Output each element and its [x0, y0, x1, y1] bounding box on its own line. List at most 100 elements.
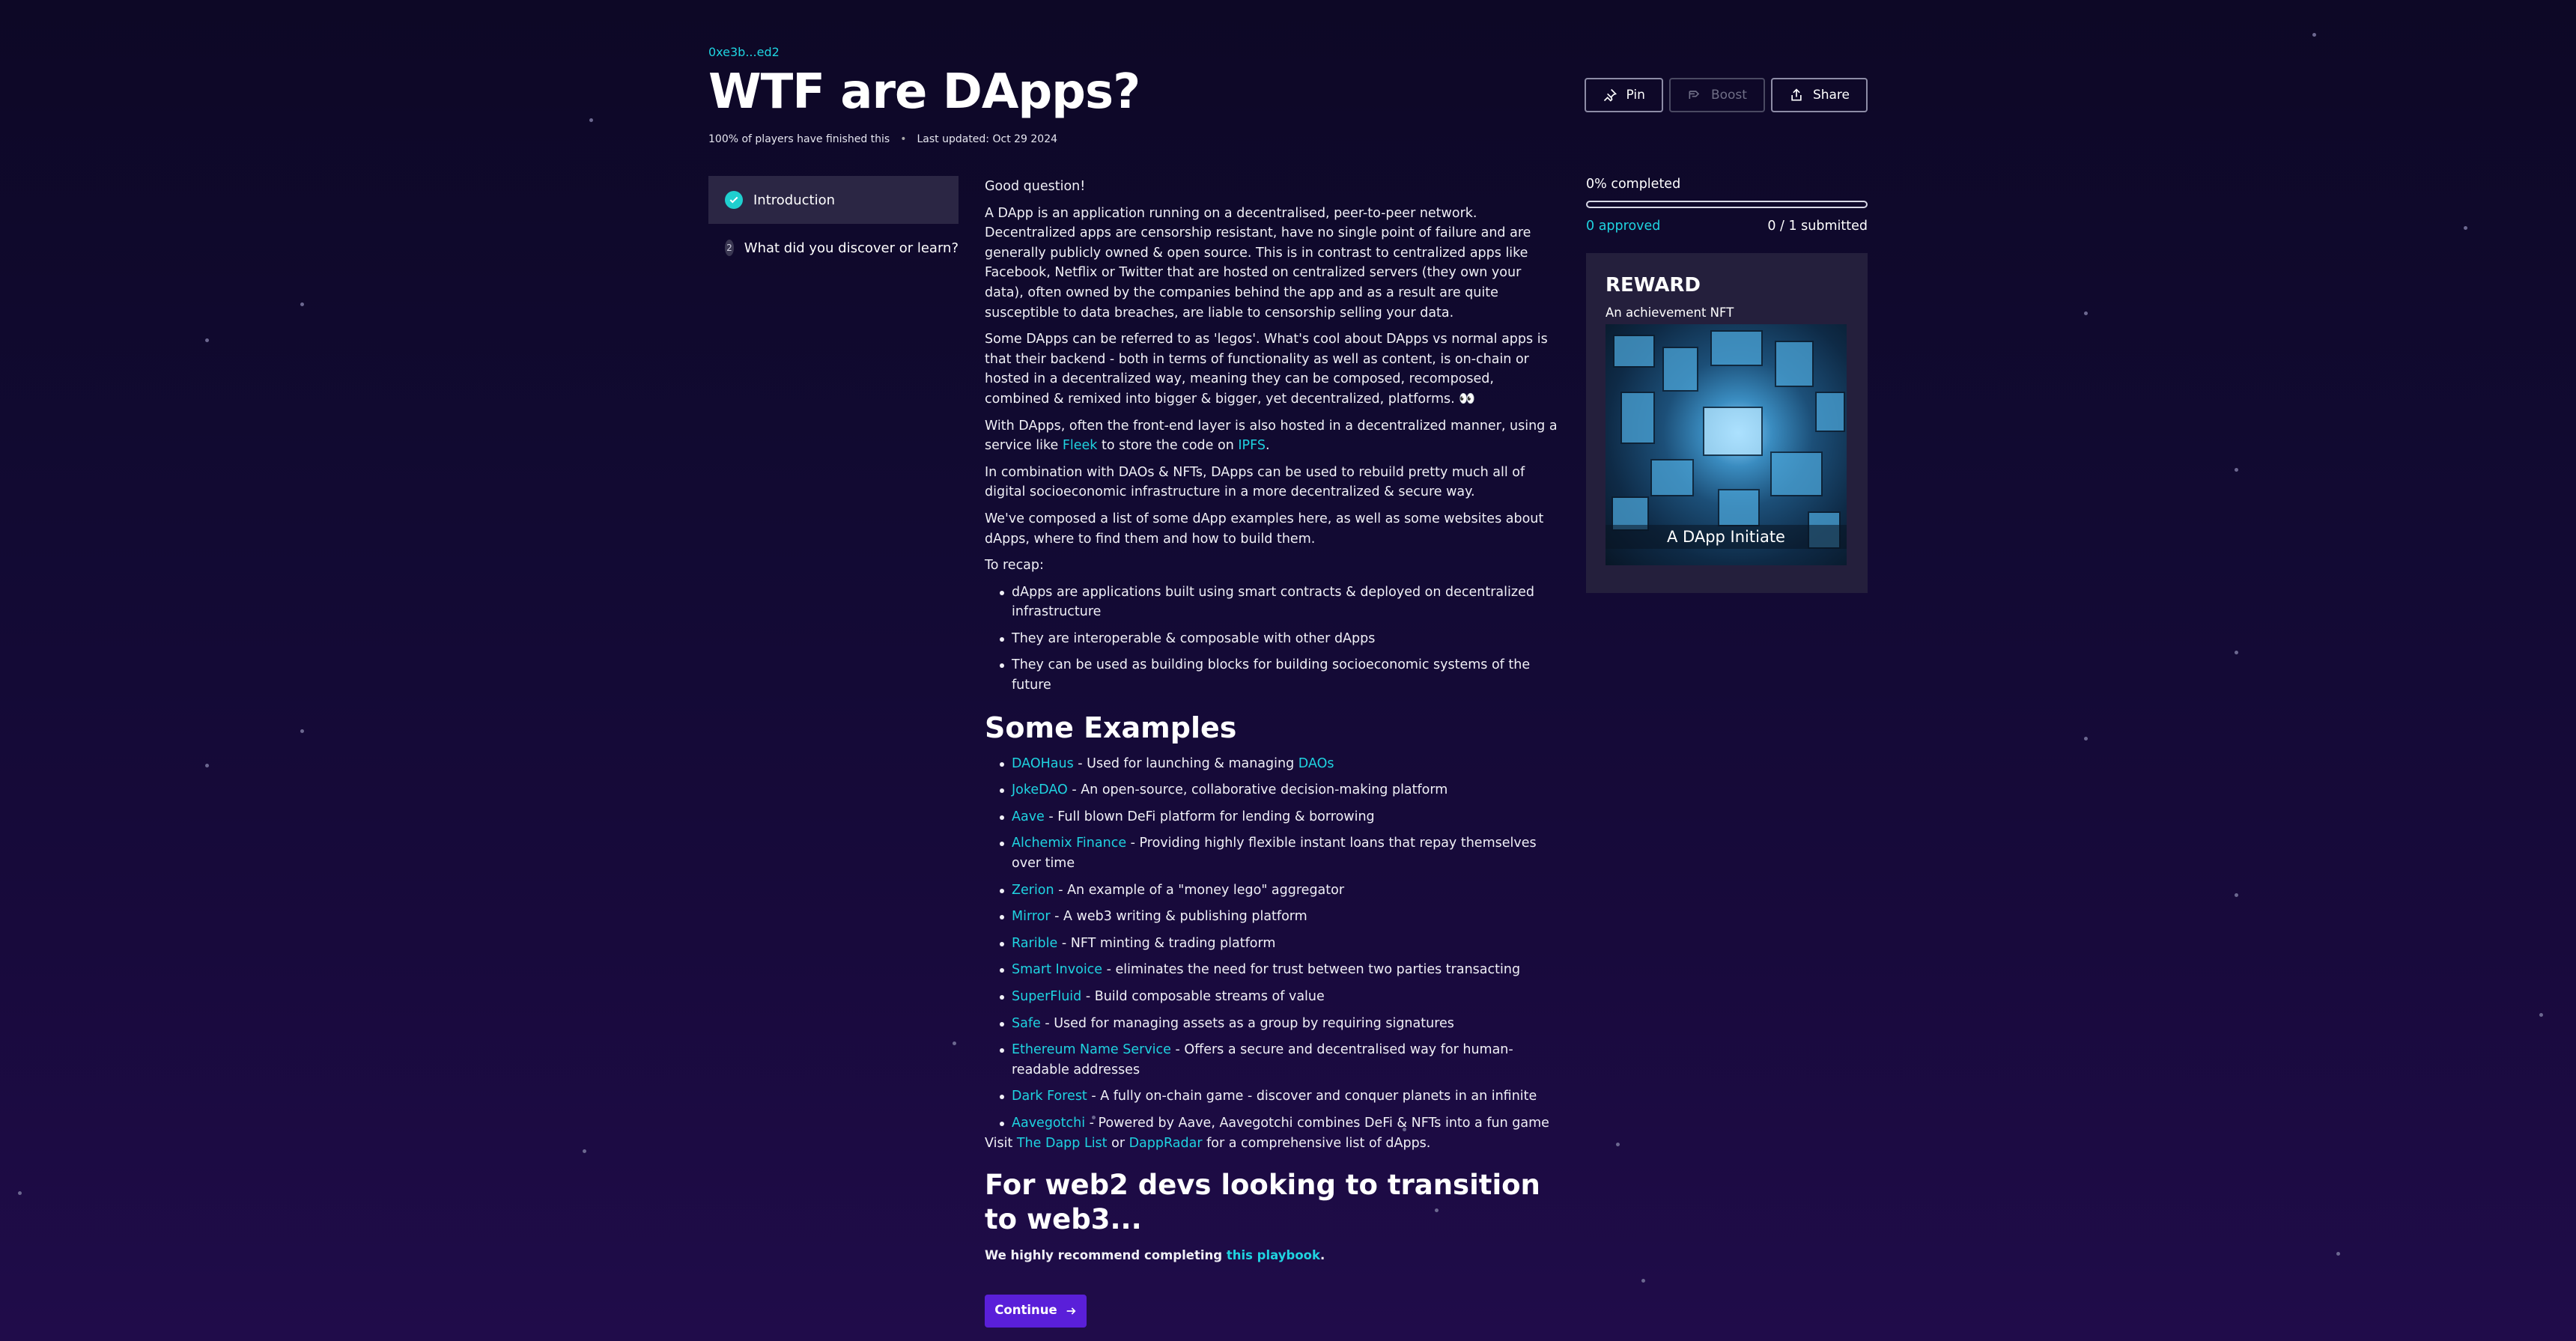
text: for a comprehensive list of dApps.: [1202, 1135, 1431, 1151]
progress-label: 0% completed: [1586, 177, 1681, 192]
list-item: Rarible - NFT minting & trading platform: [985, 934, 1561, 954]
fleek-link[interactable]: Fleek: [1063, 438, 1098, 453]
pin-label: Pin: [1626, 88, 1645, 103]
boost-icon: [1689, 91, 1700, 99]
example-link[interactable]: JokeDAO: [1012, 782, 1068, 797]
list-item: Mirror - A web3 writing & publishing pla…: [985, 907, 1561, 927]
examples-list: DAOHaus - Used for launching & managing …: [985, 754, 1561, 1134]
nft-screen-tile: [1620, 392, 1655, 444]
examples-heading: Some Examples: [985, 711, 1237, 744]
nft-screen-tile: [1775, 341, 1814, 387]
text: We highly recommend completing: [985, 1248, 1227, 1263]
nft-screen-tile: [1710, 330, 1763, 366]
finished-stat: 100% of players have finished this: [708, 133, 890, 145]
nft-screen-tile: [1650, 459, 1694, 496]
example-link[interactable]: Rarible: [1012, 936, 1057, 951]
daos-link[interactable]: DAOs: [1298, 756, 1334, 771]
submitted-count: 0 / 1 submitted: [1767, 219, 1868, 234]
pin-button[interactable]: Pin: [1584, 78, 1663, 112]
example-link[interactable]: DAOHaus: [1012, 756, 1074, 771]
playbook-link[interactable]: this playbook: [1227, 1248, 1320, 1262]
author-address[interactable]: 0xe3b...ed2: [708, 45, 780, 59]
share-label: Share: [1812, 88, 1850, 103]
progress-stats: 0 approved 0 / 1 submitted: [1586, 219, 1868, 234]
nft-screen-tile: [1703, 407, 1763, 456]
list-item: Aave - Full blown DeFi platform for lend…: [985, 807, 1561, 827]
last-updated: Last updated: Oct 29 2024: [917, 133, 1058, 145]
example-link[interactable]: Dark Forest: [1012, 1089, 1087, 1104]
example-link[interactable]: Safe: [1012, 1016, 1041, 1031]
list-item: They can be used as building blocks for …: [985, 655, 1561, 695]
list-item: Zerion - An example of a "money lego" ag…: [985, 881, 1561, 901]
quest-meta: 100% of players have finished this • Las…: [708, 133, 1057, 145]
visit-paragraph: Visit The Dapp List or DappRadar for a c…: [985, 1134, 1561, 1154]
pin-icon: [1603, 88, 1617, 102]
recommend-paragraph: We highly recommend completing this play…: [985, 1246, 1561, 1266]
reward-title: REWARD: [1606, 274, 1701, 297]
list-item: DAOHaus - Used for launching & managing …: [985, 754, 1561, 774]
web2-heading: For web2 devs looking to transition to w…: [985, 1169, 1540, 1236]
check-circle-icon: [725, 191, 743, 209]
progress-panel: 0% completed 0 approved 0 / 1 submitted …: [1586, 177, 1868, 593]
text: Visit: [985, 1135, 1017, 1151]
example-link[interactable]: Smart Invoice: [1012, 962, 1102, 977]
nft-caption: A DApp Initiate: [1606, 525, 1847, 549]
share-icon: [1791, 88, 1802, 101]
approved-count: 0 approved: [1586, 219, 1661, 234]
list-item: They are interoperable & composable with…: [985, 629, 1561, 649]
boost-button[interactable]: Boost: [1668, 78, 1765, 112]
lesson-sidebar: Introduction 2 What did you discover or …: [708, 176, 959, 272]
continue-label: Continue: [994, 1303, 1057, 1318]
list-item: Ethereum Name Service - Offers a secure …: [985, 1040, 1561, 1080]
dapp-list-link[interactable]: The Dapp List: [1017, 1136, 1108, 1151]
nft-image[interactable]: A DApp Initiate: [1606, 324, 1847, 565]
continue-button[interactable]: Continue: [985, 1294, 1087, 1328]
example-link[interactable]: Ethereum Name Service: [1012, 1042, 1171, 1057]
list-item: JokeDAO - An open-source, collaborative …: [985, 780, 1561, 800]
share-button[interactable]: Share: [1770, 78, 1868, 112]
list-item: dApps are applications built using smart…: [985, 583, 1561, 622]
boost-label: Boost: [1710, 88, 1747, 103]
arrow-right-icon: [1066, 1307, 1076, 1315]
list-item: Dark Forest - A fully on-chain game - di…: [985, 1086, 1561, 1107]
example-link[interactable]: Aavegotchi: [1012, 1116, 1085, 1131]
ipfs-link[interactable]: IPFS: [1238, 438, 1266, 453]
text: .: [1319, 1248, 1325, 1263]
list-item: Aavegotchi - Powered by Aave, Aavegotchi…: [985, 1113, 1561, 1134]
list-item: Safe - Used for managing assets as a gro…: [985, 1014, 1561, 1034]
reward-card: REWARD An achievement NFT A DApp Initiat…: [1586, 253, 1868, 593]
dappradar-link[interactable]: DappRadar: [1129, 1136, 1203, 1151]
list-item: Smart Invoice - eliminates the need for …: [985, 960, 1561, 980]
sidebar-item-introduction[interactable]: Introduction: [708, 176, 959, 224]
action-buttons: Pin Boost Share: [1584, 78, 1868, 112]
sidebar-item-discover[interactable]: 2 What did you discover or learn?: [708, 224, 959, 272]
paragraph: Good question!: [985, 179, 1086, 194]
example-desc: - A web3 writing & publishing platform: [1050, 909, 1307, 925]
text: or: [1107, 1135, 1129, 1151]
example-desc: - eliminates the need for trust between …: [1102, 962, 1521, 978]
example-desc: - Used for managing assets as a group by…: [1040, 1015, 1454, 1031]
sidebar-item-label: Introduction: [753, 192, 836, 208]
list-item: Alchemix Finance - Providing highly flex…: [985, 833, 1561, 873]
example-link[interactable]: SuperFluid: [1012, 989, 1081, 1004]
nft-screen-tile: [1662, 347, 1698, 392]
lesson-content: Good question! A DApp is an application …: [985, 177, 1561, 1328]
paragraph: In combination with DAOs & NFTs, DApps c…: [985, 464, 1525, 500]
nft-screen-tile: [1815, 392, 1845, 432]
example-desc: - An open-source, collaborative decision…: [1067, 782, 1448, 798]
paragraph: We've composed a list of some dApp examp…: [985, 511, 1544, 547]
meta-separator: •: [900, 133, 907, 145]
example-link[interactable]: Zerion: [1012, 883, 1054, 898]
paragraph: Some DApps can be referred to as 'legos'…: [985, 332, 1548, 407]
example-desc: - Used for launching & managing: [1073, 755, 1298, 771]
text: to store the code on: [1097, 438, 1239, 454]
example-desc: - An example of a "money lego" aggregato…: [1054, 882, 1345, 898]
example-desc: - A fully on-chain game - discover and c…: [1087, 1089, 1537, 1104]
nft-screen-tile: [1770, 451, 1823, 496]
example-link[interactable]: Alchemix Finance: [1012, 836, 1126, 851]
example-link[interactable]: Aave: [1012, 809, 1045, 824]
sidebar-item-label: What did you discover or learn?: [744, 240, 959, 256]
paragraph: With DApps, often the front-end layer is…: [985, 416, 1561, 456]
recap-list: dApps are applications built using smart…: [985, 583, 1561, 696]
example-link[interactable]: Mirror: [1012, 909, 1051, 924]
